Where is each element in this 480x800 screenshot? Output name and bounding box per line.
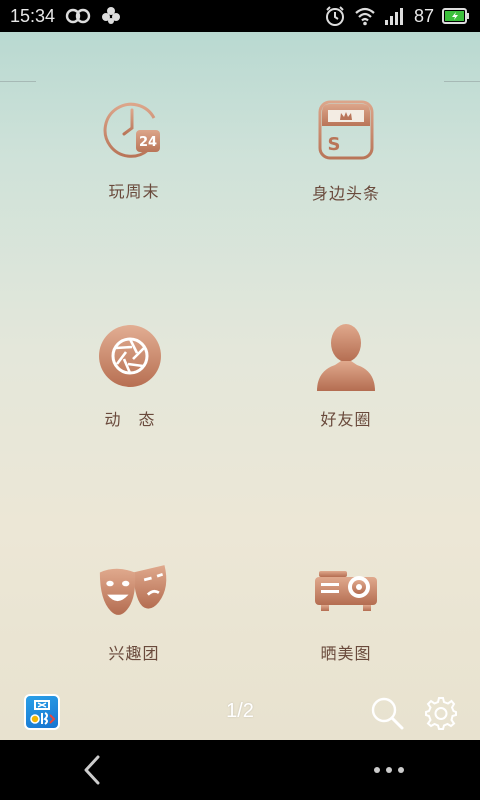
tile-label: 兴趣团 [108, 644, 160, 663]
gear-icon[interactable] [424, 696, 458, 730]
signal-icon [384, 6, 406, 26]
tile-label: 身边头条 [311, 184, 380, 203]
battery-icon [442, 7, 470, 25]
tile-local-headlines[interactable]: S 身边头条 [266, 94, 426, 224]
back-icon[interactable] [78, 754, 108, 786]
infinity-icon [65, 7, 91, 25]
status-time: 15:34 [10, 5, 56, 26]
svg-text:24: 24 [139, 135, 157, 150]
tile-friends-circle[interactable]: 好友圈 [266, 320, 426, 450]
navigation-bar [0, 740, 480, 800]
tile-label: 晒美图 [320, 644, 372, 663]
page-indicator: 1/2 [226, 700, 254, 722]
news-s-icon: S [310, 94, 382, 166]
search-icon[interactable] [370, 696, 404, 730]
wifi-icon [354, 6, 376, 26]
aperture-icon [94, 320, 166, 392]
projector-icon [310, 554, 382, 626]
svg-text:S: S [328, 134, 341, 155]
flower-icon [101, 6, 121, 26]
divider-right [444, 81, 480, 82]
status-bar: 15:34 87 [0, 0, 480, 32]
masks-icon [98, 554, 170, 626]
tile-weekend[interactable]: 24 玩周末 [54, 92, 214, 222]
tile-label: 玩周末 [108, 182, 160, 201]
battery-level: 87 [413, 5, 434, 26]
divider-left [0, 81, 36, 82]
tile-moments[interactable]: 动 态 [50, 320, 210, 450]
tile-interest-groups[interactable]: 兴趣团 [54, 554, 214, 684]
alarm-icon [324, 5, 346, 27]
bottom-toolbar: 1/2 [0, 682, 480, 740]
home-screen: 24 玩周末 S 身边头条 动 态 好友圈 兴趣团 晒美图 1/2 [0, 32, 480, 740]
app-logo-icon[interactable] [24, 694, 60, 730]
tile-label: 好友圈 [320, 410, 372, 429]
tile-label: 动 态 [104, 410, 156, 429]
clock-24-icon: 24 [98, 92, 170, 164]
more-icon[interactable] [372, 760, 406, 780]
person-icon [310, 320, 382, 392]
tile-photo-share[interactable]: 晒美图 [266, 554, 426, 684]
